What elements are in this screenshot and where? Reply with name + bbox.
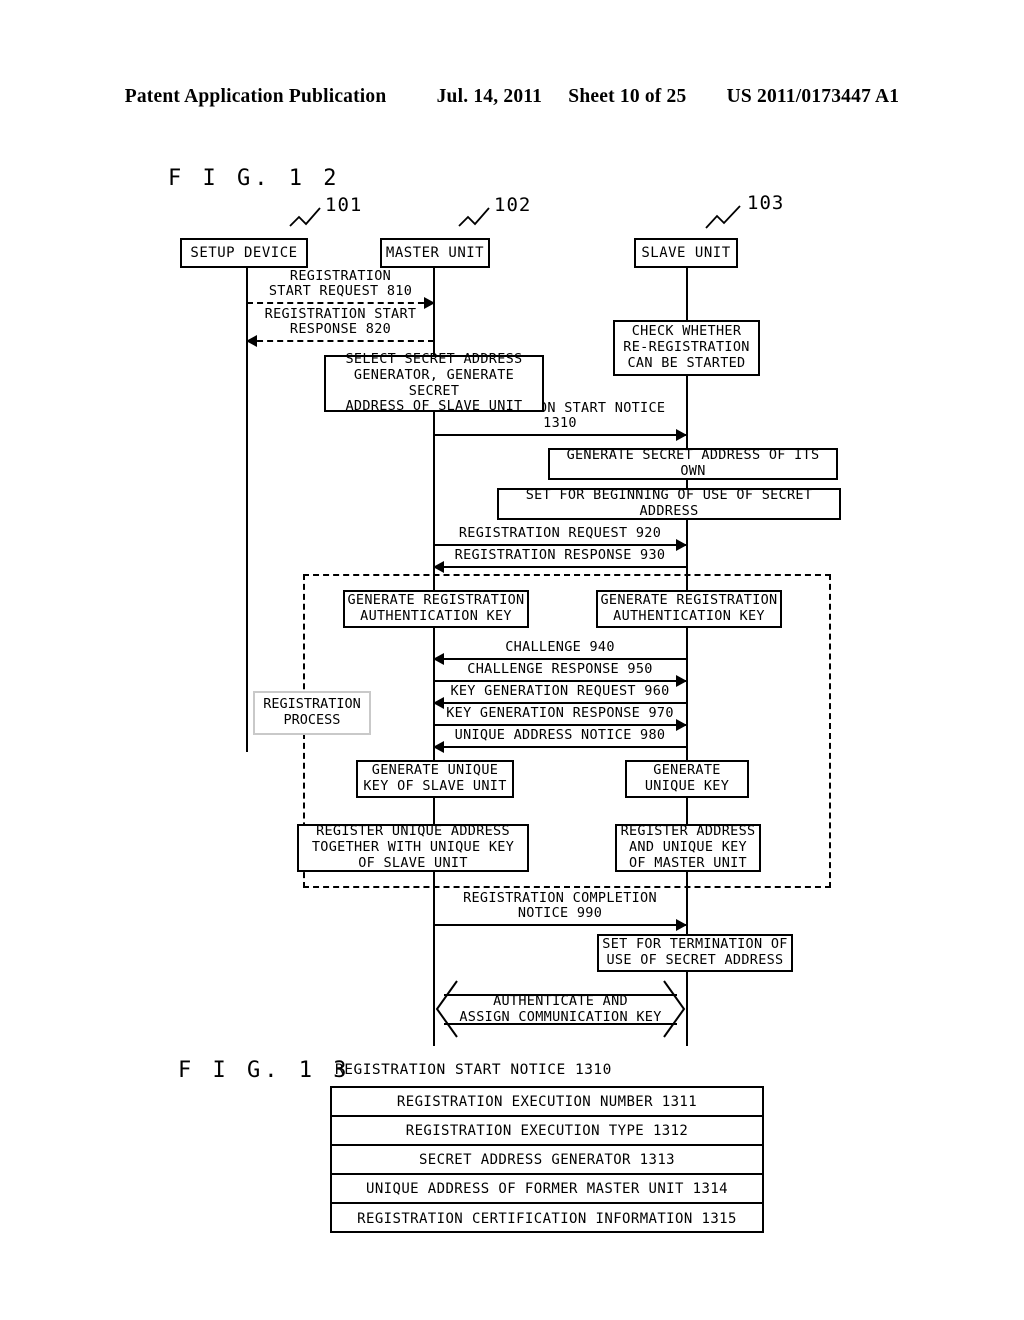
box-register-unique-address: REGISTER UNIQUE ADDRESS TOGETHER WITH UN…: [297, 823, 529, 872]
actor-slave-unit: SLAVE UNIT: [634, 238, 738, 268]
box-select-secret-address-label: SELECT SECRET ADDRESS GENERATOR, GENERAT…: [345, 350, 523, 415]
ref-numeral-103: 103: [747, 192, 785, 214]
message-key-generation-response-label: KEY GENERATION RESPONSE 970: [446, 705, 674, 722]
box-register-address-master-unit-label: REGISTER ADDRESS AND UNIQUE KEY OF MASTE…: [620, 823, 756, 871]
registration-process-label-text: REGISTRATION PROCESS: [263, 696, 361, 728]
figure-13-caption: REGISTRATION START NOTICE 1310: [335, 1062, 612, 1078]
box-set-termination-secret-address-label: SET FOR TERMINATION OF USE OF SECRET ADD…: [602, 936, 788, 968]
box-generate-unique-key-slave-unit: GENERATE UNIQUE KEY OF SLAVE UNIT: [356, 760, 514, 798]
figure-13-label: F I G. 1 3: [178, 1058, 351, 1083]
figure-12-label: F I G. 1 2: [168, 166, 341, 191]
box-check-rereg: CHECK WHETHER RE-REGISTRATION CAN BE STA…: [613, 320, 760, 376]
message-registration-start-response: REGISTRATION START RESPONSE 820: [246, 305, 434, 347]
message-key-generation-request-label: KEY GENERATION REQUEST 960: [450, 683, 670, 700]
message-challenge-response: CHALLENGE RESPONSE 950: [434, 660, 687, 687]
table-row: SECRET ADDRESS GENERATOR 1313: [332, 1146, 762, 1175]
message-registration-start-request: REGISTRATION START REQUEST 810: [247, 267, 435, 309]
header-sheet: Sheet 10 of 25: [568, 86, 687, 107]
fig13-table: REGISTRATION EXECUTION NUMBER 1311 REGIS…: [330, 1086, 764, 1233]
registration-process-label: REGISTRATION PROCESS: [253, 691, 371, 735]
message-authenticate-assign-communication-key: AUTHENTICATE AND ASSIGN COMMUNICATION KE…: [434, 980, 687, 1038]
message-registration-request: REGISTRATION REQUEST 920: [434, 524, 687, 551]
box-check-rereg-label: CHECK WHETHER RE-REGISTRATION CAN BE STA…: [623, 323, 750, 371]
header-date: Jul. 14, 2011: [436, 86, 543, 107]
message-challenge: CHALLENGE 940: [433, 638, 686, 665]
connector-master-register: [433, 796, 435, 826]
message-unique-address-notice: UNIQUE ADDRESS NOTICE 980: [433, 726, 686, 753]
header-publication-number: US 2011/0173447 A1: [726, 86, 900, 107]
message-key-generation-response: KEY GENERATION RESPONSE 970: [434, 704, 687, 731]
message-registration-completion-notice: REGISTRATION COMPLETION NOTICE 990: [434, 889, 687, 931]
page-header: Patent Application Publication Jul. 14, …: [0, 86, 1024, 108]
box-generate-unique-key: GENERATE UNIQUE KEY: [625, 760, 749, 798]
box-set-begin-secret-address-label: SET FOR BEGINNING OF USE OF SECRET ADDRE…: [525, 487, 813, 519]
box-select-secret-address: SELECT SECRET ADDRESS GENERATOR, GENERAT…: [324, 351, 544, 414]
box-generate-secret-address-own-label: GENERATE SECRET ADDRESS OF ITS OWN: [566, 447, 820, 479]
box-generate-reg-auth-key-slave-label: GENERATE REGISTRATION AUTHENTICATION KEY: [600, 592, 778, 624]
connector-slave-register: [686, 796, 688, 826]
table-row: REGISTRATION CERTIFICATION INFORMATION 1…: [357, 1210, 737, 1227]
message-registration-response-label: REGISTRATION RESPONSE 930: [454, 547, 666, 564]
box-generate-unique-key-label: GENERATE UNIQUE KEY: [644, 762, 730, 794]
leader-line-101: [289, 207, 321, 227]
leader-line-103: [705, 205, 741, 229]
message-registration-response: REGISTRATION RESPONSE 930: [433, 546, 686, 573]
message-unique-address-notice-label: UNIQUE ADDRESS NOTICE 980: [454, 727, 666, 744]
message-challenge-label: CHALLENGE 940: [505, 639, 615, 656]
lifeline-slave-mid4: [686, 626, 688, 760]
table-row: UNIQUE ADDRESS OF FORMER MASTER UNIT 131…: [332, 1175, 762, 1204]
actor-setup-device-label: SETUP DEVICE: [190, 245, 298, 261]
box-set-begin-secret-address: SET FOR BEGINNING OF USE OF SECRET ADDRE…: [497, 487, 841, 520]
table-row: REGISTRATION EXECUTION TYPE 1312: [332, 1117, 762, 1146]
header-publication: Patent Application Publication: [124, 86, 387, 107]
leader-line-102: [458, 207, 490, 227]
message-registration-start-request-label: REGISTRATION START REQUEST 810: [268, 267, 413, 300]
message-authenticate-assign-label: AUTHENTICATE AND ASSIGN COMMUNICATION KE…: [459, 992, 662, 1025]
message-registration-start-notice: REGISTRATION START NOTICE 1310: [434, 400, 687, 441]
box-set-termination-secret-address: SET FOR TERMINATION OF USE OF SECRET ADD…: [597, 934, 793, 972]
box-register-unique-address-label: REGISTER UNIQUE ADDRESS TOGETHER WITH UN…: [311, 823, 515, 871]
table-row: REGISTRATION EXECUTION NUMBER 1311: [332, 1088, 762, 1117]
message-registration-start-response-label: REGISTRATION START RESPONSE 820: [264, 305, 417, 338]
box-generate-reg-auth-key-slave: GENERATE REGISTRATION AUTHENTICATION KEY: [596, 590, 782, 628]
message-registration-request-label: REGISTRATION REQUEST 920: [458, 525, 662, 542]
actor-master-unit-label: MASTER UNIT: [385, 245, 485, 261]
box-generate-reg-auth-key-master: GENERATE REGISTRATION AUTHENTICATION KEY: [343, 590, 529, 628]
actor-master-unit: MASTER UNIT: [380, 238, 490, 268]
box-generate-reg-auth-key-master-label: GENERATE REGISTRATION AUTHENTICATION KEY: [347, 592, 525, 624]
message-key-generation-request: KEY GENERATION REQUEST 960: [433, 682, 686, 709]
box-register-address-master-unit: REGISTER ADDRESS AND UNIQUE KEY OF MASTE…: [615, 823, 761, 872]
box-generate-secret-address-own: GENERATE SECRET ADDRESS OF ITS OWN: [548, 447, 838, 480]
box-generate-unique-key-slave-unit-label: GENERATE UNIQUE KEY OF SLAVE UNIT: [363, 762, 507, 794]
message-registration-completion-notice-label: REGISTRATION COMPLETION NOTICE 990: [463, 889, 657, 922]
actor-slave-unit-label: SLAVE UNIT: [641, 245, 731, 261]
message-challenge-response-label: CHALLENGE RESPONSE 950: [467, 661, 653, 678]
actor-setup-device: SETUP DEVICE: [180, 238, 308, 268]
